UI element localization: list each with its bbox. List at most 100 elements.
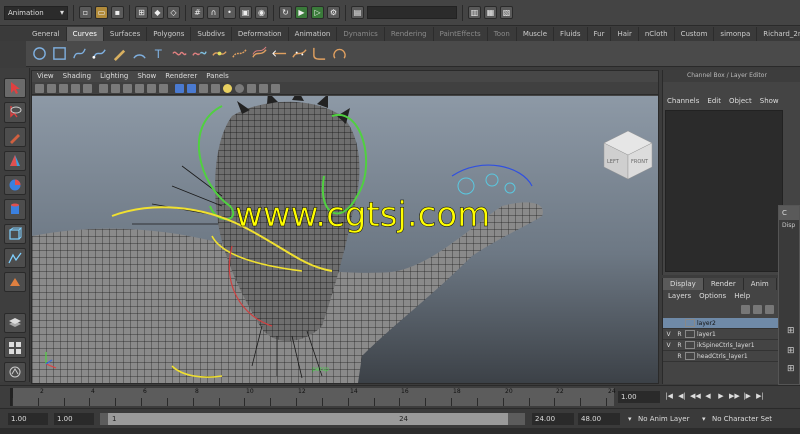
- layer-color-swatch[interactable]: [685, 341, 695, 349]
- select-object-icon[interactable]: ◆: [151, 6, 164, 19]
- film-gate-icon[interactable]: [111, 83, 120, 93]
- show-tool-settings-icon[interactable]: ▦: [484, 6, 497, 19]
- character-set-icon[interactable]: ▾: [702, 413, 706, 425]
- smooth-shade-icon[interactable]: [187, 83, 196, 93]
- shelf-tab[interactable]: Dynamics: [337, 27, 385, 41]
- outliner-button[interactable]: [3, 361, 26, 382]
- layer-row[interactable]: V R ikSpineCtrls_layer1: [663, 340, 778, 351]
- new-layer-from-selection-icon[interactable]: [765, 305, 774, 314]
- current-time-field[interactable]: 1.00: [618, 391, 660, 403]
- shadows-icon[interactable]: [235, 83, 244, 93]
- 2d-pan-zoom-icon[interactable]: [83, 83, 92, 93]
- grid-icon[interactable]: [99, 83, 108, 93]
- move-layer-up-icon[interactable]: [741, 305, 750, 314]
- layer-row[interactable]: V R layer1: [663, 329, 778, 340]
- plus-icon[interactable]: ⊞: [787, 346, 795, 356]
- open-scene-icon[interactable]: ▭: [95, 6, 108, 19]
- render-settings-icon[interactable]: ⚙: [327, 6, 340, 19]
- play-forwards-icon[interactable]: ▶: [716, 391, 726, 401]
- layer-row[interactable]: R headCtrls_layer1: [663, 351, 778, 362]
- manipulator-tool[interactable]: [3, 223, 26, 244]
- panel-menu-shading[interactable]: Shading: [63, 71, 91, 82]
- rotate-tool[interactable]: [3, 175, 26, 196]
- rebuild-curve-icon[interactable]: [292, 46, 307, 61]
- panel-menu-view[interactable]: View: [37, 71, 54, 82]
- input-field-icon[interactable]: ▤: [351, 6, 364, 19]
- anim-layer-icon[interactable]: ▾: [628, 413, 632, 425]
- open-close-curve-icon[interactable]: [332, 46, 347, 61]
- text-curve-icon[interactable]: T: [152, 46, 167, 61]
- layer-visibility[interactable]: V: [663, 331, 674, 338]
- lasso-tool[interactable]: [3, 102, 26, 123]
- shelf-tab[interactable]: Rendering: [385, 27, 434, 41]
- go-to-start-icon[interactable]: |◀: [664, 391, 674, 401]
- new-empty-layer-icon[interactable]: [753, 305, 762, 314]
- panel-menu-show[interactable]: Show: [137, 71, 156, 82]
- select-camera-icon[interactable]: [35, 83, 44, 93]
- new-scene-icon[interactable]: ▫: [79, 6, 92, 19]
- character-set-label[interactable]: No Character Set: [712, 413, 772, 425]
- floating-window-title[interactable]: C: [779, 206, 799, 220]
- arc-tool-icon[interactable]: [132, 46, 147, 61]
- floating-window[interactable]: C Disp ⊞ ⊞ ⊞: [778, 205, 800, 385]
- playback-start-field[interactable]: 1.00: [54, 413, 94, 425]
- menu-set-selector[interactable]: Animation: [4, 5, 68, 20]
- layer-visibility[interactable]: V: [663, 342, 674, 349]
- view-cube[interactable]: LEFT FRONT: [603, 130, 653, 180]
- plus-icon[interactable]: ⊞: [787, 364, 795, 374]
- show-channel-box-icon[interactable]: ▧: [500, 6, 513, 19]
- xray-joints-icon[interactable]: [259, 83, 268, 93]
- finger-controls[interactable]: [457, 173, 516, 195]
- go-to-end-icon[interactable]: ▶|: [755, 391, 765, 401]
- layer-row[interactable]: layer2: [663, 318, 778, 329]
- layout-four-button[interactable]: [3, 337, 26, 358]
- wireframe-icon[interactable]: [175, 83, 184, 93]
- fillet-curve-icon[interactable]: [312, 46, 327, 61]
- shelf-tab[interactable]: Toon: [488, 27, 517, 41]
- attach-curves-icon[interactable]: [172, 46, 187, 61]
- scale-tool[interactable]: [3, 199, 26, 220]
- wireframe-on-shaded-icon[interactable]: [199, 83, 208, 93]
- shelf-tab[interactable]: Richard_2nd: [757, 27, 800, 41]
- channel-box-menu-object[interactable]: Object: [729, 94, 752, 108]
- camera-attributes-icon[interactable]: [47, 83, 56, 93]
- soft-mod-tool[interactable]: [3, 247, 26, 269]
- layer-menu-options[interactable]: Options: [699, 290, 726, 302]
- play-backwards-icon[interactable]: ◀: [703, 391, 713, 401]
- layer-color-swatch[interactable]: [685, 330, 695, 338]
- safe-action-icon[interactable]: [159, 83, 168, 93]
- bookmarks-icon[interactable]: [59, 83, 68, 93]
- tab-anim[interactable]: Anim: [744, 278, 777, 290]
- step-forward-icon[interactable]: |▶: [742, 391, 752, 401]
- floating-window-tab[interactable]: Disp: [779, 220, 799, 231]
- cv-curve-tool-icon[interactable]: [72, 46, 87, 61]
- panel-menu-renderer[interactable]: Renderer: [165, 71, 197, 82]
- command-line[interactable]: [0, 428, 800, 434]
- shelf-tab[interactable]: General: [26, 27, 67, 41]
- ep-curve-tool-icon[interactable]: [92, 46, 107, 61]
- show-manipulator-tool[interactable]: [3, 272, 26, 293]
- isolate-select-icon[interactable]: [271, 83, 280, 93]
- history-icon[interactable]: ↻: [279, 6, 292, 19]
- shelf-tab[interactable]: nCloth: [639, 27, 675, 41]
- layer-reference[interactable]: R: [674, 353, 685, 360]
- select-tool[interactable]: [3, 78, 26, 99]
- select-component-icon[interactable]: ◇: [167, 6, 180, 19]
- select-hierarchy-icon[interactable]: ⊞: [135, 6, 148, 19]
- channel-list[interactable]: [665, 110, 783, 272]
- shelf-tab[interactable]: Hair: [611, 27, 639, 41]
- use-lights-icon[interactable]: [223, 83, 232, 93]
- anim-layer-label[interactable]: No Anim Layer: [638, 413, 689, 425]
- tab-render[interactable]: Render: [704, 278, 744, 290]
- shelf-tab-curves[interactable]: Curves: [66, 27, 104, 41]
- panel-menu-lighting[interactable]: Lighting: [100, 71, 128, 82]
- xray-icon[interactable]: [247, 83, 256, 93]
- shelf-tab[interactable]: Fluids: [554, 27, 588, 41]
- layer-menu-layers[interactable]: Layers: [668, 290, 691, 302]
- shelf-tab[interactable]: Muscle: [517, 27, 555, 41]
- 3d-viewport[interactable]: www.cgtsj.com LEFT FRONT persp: [32, 96, 658, 383]
- step-back-icon[interactable]: ◀|: [677, 391, 687, 401]
- animation-start-field[interactable]: 1.00: [8, 413, 48, 425]
- insert-knot-icon[interactable]: [212, 46, 227, 61]
- panel-menu-panels[interactable]: Panels: [206, 71, 229, 82]
